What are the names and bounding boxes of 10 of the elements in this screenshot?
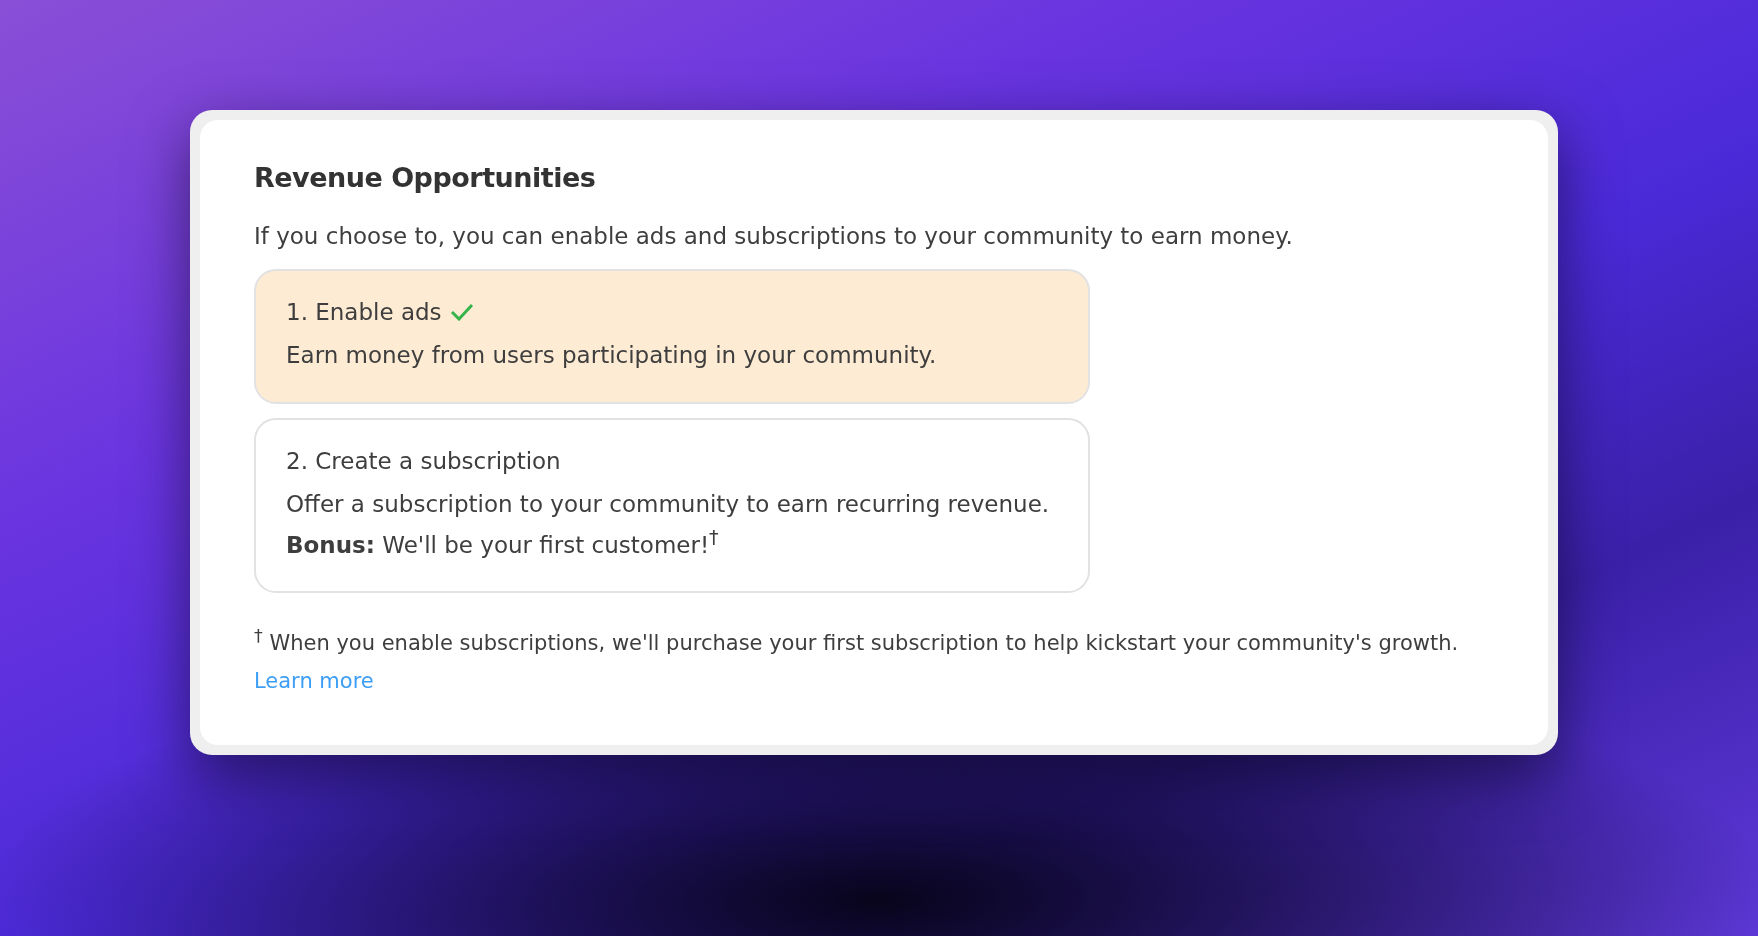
option-panel[interactable]: 1. Enable ads Earn money from users participating in your community. bbox=[254, 269, 1090, 404]
option-title: 1. Enable ads bbox=[286, 299, 442, 325]
option-title: 2. Create a subscription bbox=[286, 447, 561, 474]
card-title: Revenue Opportunities bbox=[254, 162, 597, 193]
card-description: If you choose to, you can enable ads and subscriptions to your community to earn money. bbox=[254, 223, 1294, 249]
footnote: $^{†}$ When you enable subscriptions, we'll purchase your first subscription to help kickstart your community's growth. Learn more bbox=[254, 625, 1460, 695]
option-description: Offer a subscription to your community to earn recurring revenue. Bonus: We'll be your first customer!$^{†}$ bbox=[286, 489, 1051, 560]
check-icon bbox=[449, 303, 474, 321]
option-panel[interactable]: 2. Create a subscription Offer a subscription to your community to earn recurring revenue. Bonus: We'll be your first customer!$^{†}$ bbox=[254, 417, 1090, 594]
option-description: Earn money from users participating in your community. bbox=[286, 341, 938, 370]
